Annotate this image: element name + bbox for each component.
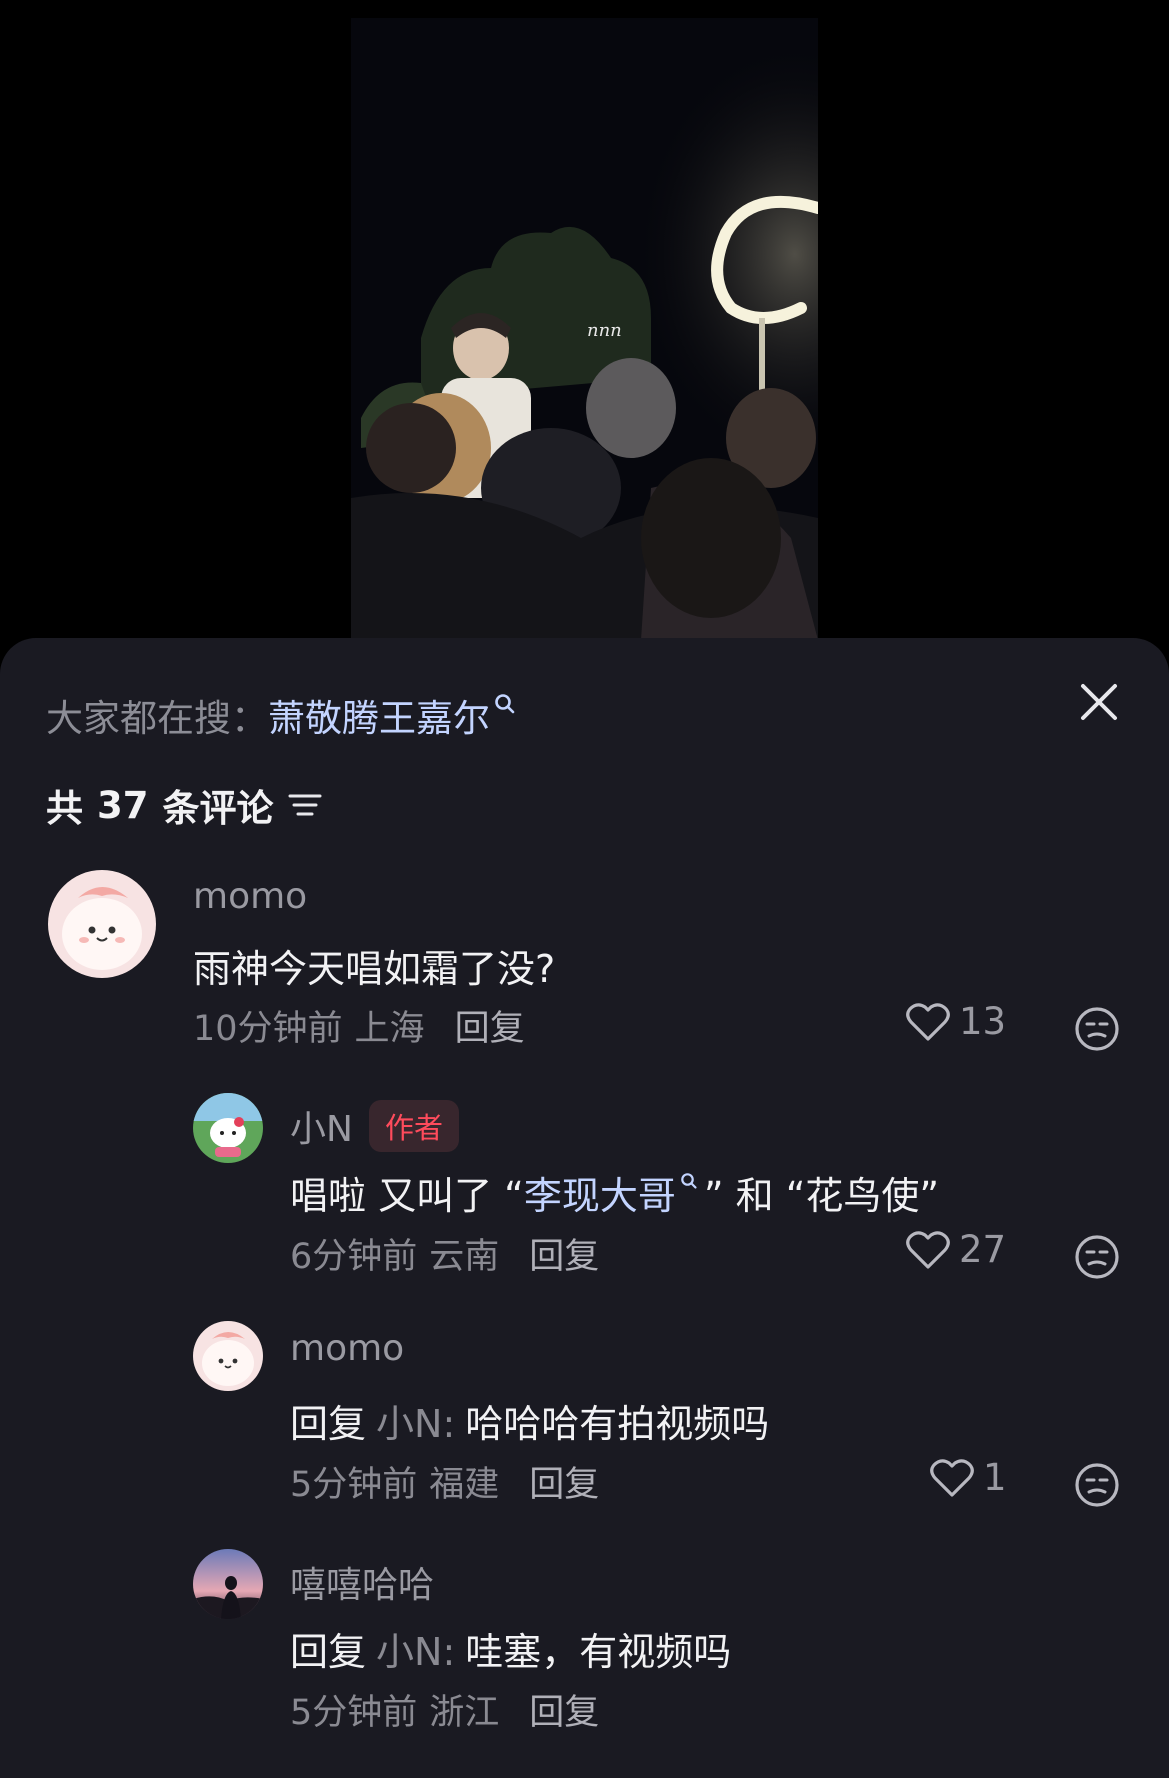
heart-icon	[906, 1230, 950, 1269]
like-button[interactable]: 13	[905, 1000, 1006, 1043]
heart-icon	[906, 1002, 950, 1041]
sort-filter-icon[interactable]	[288, 790, 322, 820]
reply-username[interactable]: momo	[290, 1328, 404, 1369]
reply-time: 5分钟前	[290, 1465, 418, 1505]
reply-body: 哈哈哈有拍视频吗	[465, 1402, 770, 1446]
reply-to-user[interactable]: 小N:	[376, 1393, 455, 1448]
comment-time: 10分钟前	[193, 1009, 343, 1049]
reply-to-user[interactable]: 小N:	[376, 1621, 455, 1676]
avatar[interactable]	[193, 1093, 263, 1163]
reply-meta: 5分钟前 浙江 回复	[290, 1684, 599, 1735]
reply-username[interactable]: 小N	[290, 1100, 353, 1152]
reply-time: 5分钟前	[290, 1693, 418, 1733]
author-badge: 作者	[368, 1100, 459, 1152]
close-icon[interactable]	[1077, 680, 1121, 724]
comment-text: 雨神今天唱如霜了没?	[193, 947, 556, 991]
trending-search-label: 大家都在搜：	[46, 697, 268, 740]
comment-count-suffix: 条评论	[162, 787, 274, 830]
reply-location: 云南	[429, 1237, 500, 1277]
reply-text: 回复 小N: 哇塞，有视频吗	[290, 1621, 731, 1676]
video-watermark: nnn	[587, 320, 622, 341]
comment-count-number: 37	[97, 783, 149, 827]
reply-text-part: ” 和 “花鸟使”	[703, 1174, 940, 1218]
comment-meta: 10分钟前 上海 回复	[193, 1000, 525, 1051]
avatar[interactable]	[193, 1321, 263, 1391]
video-preview[interactable]: nnn	[351, 18, 818, 640]
reply-text: 回复 小N: 哈哈哈有拍视频吗	[290, 1393, 769, 1448]
comment-sheet: 大家都在搜： 萧敬腾王嘉尔 共 37 条评论 momo 雨神今天唱如霜了没? 1…	[0, 638, 1169, 1778]
trending-search-term[interactable]: 萧敬腾王嘉尔	[268, 688, 490, 742]
reply-user-row: 小N 作者	[290, 1100, 459, 1152]
comment-count-prefix: 共	[46, 787, 83, 830]
like-count: 1	[983, 1456, 1007, 1499]
comment-username[interactable]: momo	[193, 876, 307, 917]
reply-text: 唱啦 又叫了 “ 李现大哥 ” 和 “花鸟使”	[290, 1165, 939, 1220]
dislike-face-icon[interactable]	[1074, 1006, 1120, 1052]
avatar[interactable]	[48, 870, 156, 978]
comment-location: 上海	[354, 1009, 425, 1049]
reply-button[interactable]: 回复	[529, 1684, 599, 1735]
like-button[interactable]: 27	[905, 1228, 1006, 1271]
reply-username[interactable]: 嘻嘻哈哈	[290, 1556, 434, 1608]
search-icon	[681, 1172, 697, 1189]
reply-button[interactable]: 回复	[529, 1228, 599, 1279]
hashtag-link[interactable]: 李现大哥	[524, 1165, 676, 1220]
reply-text-part: 唱啦 又叫了 “	[290, 1174, 524, 1218]
reply-meta: 5分钟前 福建 回复	[290, 1456, 599, 1507]
search-icon	[495, 694, 515, 714]
comment-count-header: 共 37 条评论	[46, 778, 322, 832]
reply-time: 6分钟前	[290, 1237, 418, 1277]
reply-body: 哇塞，有视频吗	[465, 1630, 732, 1674]
reply-location: 浙江	[429, 1693, 500, 1733]
reply-button[interactable]: 回复	[455, 1000, 525, 1051]
reply-meta: 6分钟前 云南 回复	[290, 1228, 599, 1279]
reply-button[interactable]: 回复	[529, 1456, 599, 1507]
dislike-face-icon[interactable]	[1074, 1234, 1120, 1280]
heart-icon	[930, 1458, 974, 1497]
reply-location: 福建	[429, 1465, 500, 1505]
avatar[interactable]	[193, 1549, 263, 1619]
like-count: 27	[959, 1228, 1007, 1271]
reply-prefix: 回复	[290, 1630, 367, 1674]
dislike-face-icon[interactable]	[1074, 1462, 1120, 1508]
like-button[interactable]: 1	[929, 1456, 1007, 1499]
like-count: 13	[959, 1000, 1007, 1043]
trending-search[interactable]: 大家都在搜： 萧敬腾王嘉尔	[46, 688, 516, 742]
reply-prefix: 回复	[290, 1402, 367, 1446]
